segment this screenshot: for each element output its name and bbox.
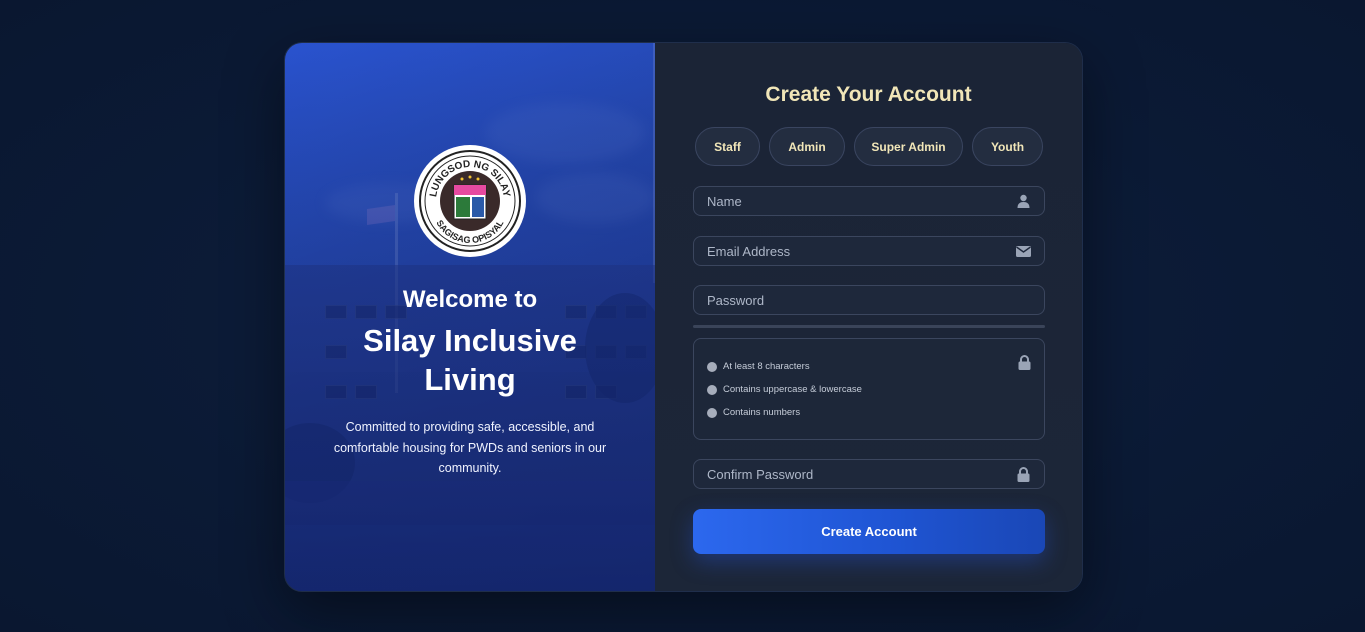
app-name: Silay Inclusive Living [363, 323, 577, 397]
status-dot-icon [707, 407, 717, 418]
role-super-admin-button[interactable]: Super Admin [854, 127, 963, 166]
email-field-wrapper [693, 236, 1045, 266]
password-strength-bar [693, 325, 1045, 328]
tagline: Committed to providing safe, accessible,… [333, 420, 607, 475]
email-input[interactable] [707, 243, 1015, 259]
city-seal-logo: LUNGSOD NG SILAY SAGISAG OPISYAL [414, 145, 526, 257]
confirm-password-input[interactable] [707, 466, 1015, 482]
form-title: Create Your Account [765, 83, 972, 106]
create-account-button[interactable]: Create Account [693, 509, 1045, 554]
status-dot-icon [707, 384, 717, 395]
user-icon [1015, 193, 1031, 209]
name-field-wrapper [693, 186, 1045, 216]
lock-icon [1018, 355, 1032, 371]
role-admin-button[interactable]: Admin [769, 127, 845, 166]
requirement-length: At least 8 characters [707, 361, 810, 372]
name-input[interactable] [707, 193, 1015, 209]
confirm-password-field-wrapper [693, 459, 1045, 489]
requirement-numbers: Contains numbers [707, 407, 800, 418]
requirement-label: Contains numbers [723, 407, 801, 418]
requirement-label: At least 8 characters [723, 361, 810, 372]
role-staff-button[interactable]: Staff [695, 127, 760, 166]
password-requirements: At least 8 characters Contains uppercase… [693, 338, 1045, 440]
password-field-wrapper [693, 285, 1045, 315]
password-input[interactable] [707, 292, 1031, 308]
welcome-heading: Welcome to [402, 286, 538, 313]
signup-form-panel: Create Your Account Staff Admin Super Ad… [655, 43, 1082, 591]
role-youth-button[interactable]: Youth [972, 127, 1043, 166]
welcome-panel: LUNGSOD NG SILAY SAGISAG OPISYAL Welcome… [285, 43, 655, 591]
envelope-icon [1015, 243, 1031, 259]
requirement-case: Contains uppercase & lowercase [707, 384, 862, 395]
requirement-label: Contains uppercase & lowercase [723, 384, 862, 395]
role-selector: Staff Admin Super Admin Youth [695, 127, 1043, 166]
lock-icon [1015, 466, 1031, 482]
signup-card: LUNGSOD NG SILAY SAGISAG OPISYAL Welcome… [284, 42, 1083, 592]
status-dot-icon [707, 361, 717, 372]
